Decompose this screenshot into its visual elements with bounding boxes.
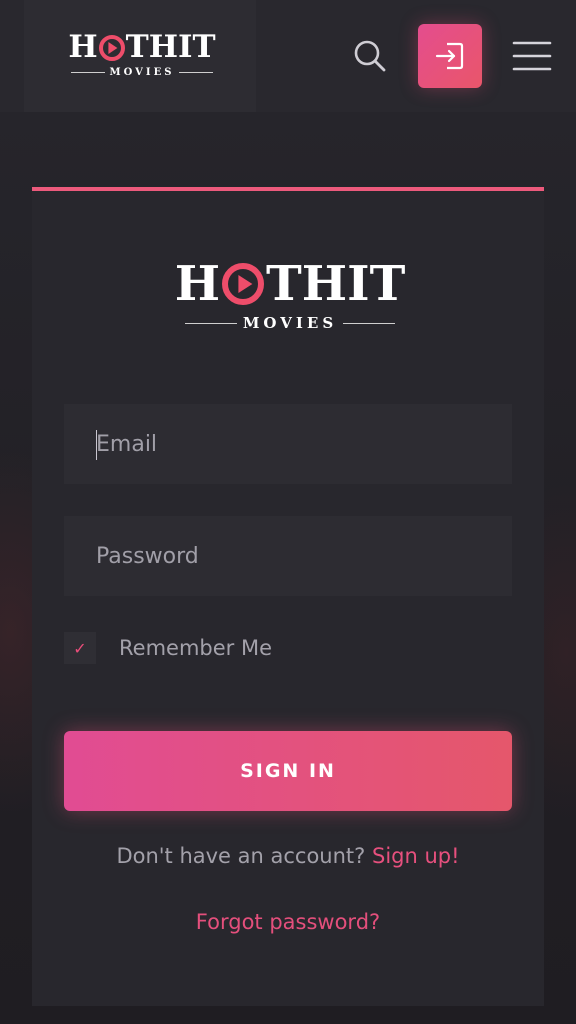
logo-letter-h: H — [68, 29, 98, 65]
search-icon — [354, 40, 386, 72]
card-logo[interactable]: H THIT MOVIES — [160, 260, 420, 332]
search-button[interactable] — [350, 36, 390, 76]
signup-prompt: Don't have an account? Sign up! — [32, 844, 544, 868]
hamburger-menu-icon — [512, 41, 552, 71]
logo-divider-left — [70, 72, 105, 73]
play-circle-icon — [98, 34, 125, 61]
logo-subtitle: MOVIES — [160, 314, 420, 332]
remember-me: ✓ Remember Me — [64, 632, 272, 664]
logo-wordmark: H THIT — [56, 32, 228, 63]
forgot-password-link[interactable]: Forgot password? — [32, 910, 544, 934]
header-sign-in-button[interactable] — [418, 24, 482, 88]
logo-wordmark: H THIT — [160, 260, 420, 308]
text-cursor — [96, 430, 97, 460]
site-header: H THIT MOVIES — [0, 0, 576, 112]
email-field[interactable] — [64, 404, 512, 484]
header-logo[interactable]: H THIT MOVIES — [56, 32, 228, 79]
remember-me-label[interactable]: Remember Me — [119, 636, 272, 660]
logo-letters-thit: THIT — [266, 256, 406, 312]
checkmark-icon: ✓ — [73, 638, 87, 658]
logo-divider-right — [179, 72, 214, 73]
logo-divider-left — [184, 322, 237, 324]
sign-in-icon — [435, 42, 464, 70]
menu-button[interactable] — [512, 38, 552, 74]
no-account-text: Don't have an account? — [116, 844, 372, 868]
logo-letter-h: H — [174, 256, 221, 312]
logo-subtitle-text: MOVIES — [109, 67, 175, 78]
logo-subtitle-text: MOVIES — [242, 314, 338, 332]
sign-in-button[interactable]: SIGN IN — [64, 731, 512, 811]
play-circle-icon — [222, 263, 265, 305]
logo-letters-thit: THIT — [125, 29, 216, 65]
password-field[interactable] — [64, 516, 512, 596]
sign-up-link[interactable]: Sign up! — [372, 844, 460, 868]
remember-me-checkbox[interactable]: ✓ — [64, 632, 96, 664]
logo-divider-right — [343, 322, 396, 324]
logo-subtitle: MOVIES — [56, 67, 228, 78]
